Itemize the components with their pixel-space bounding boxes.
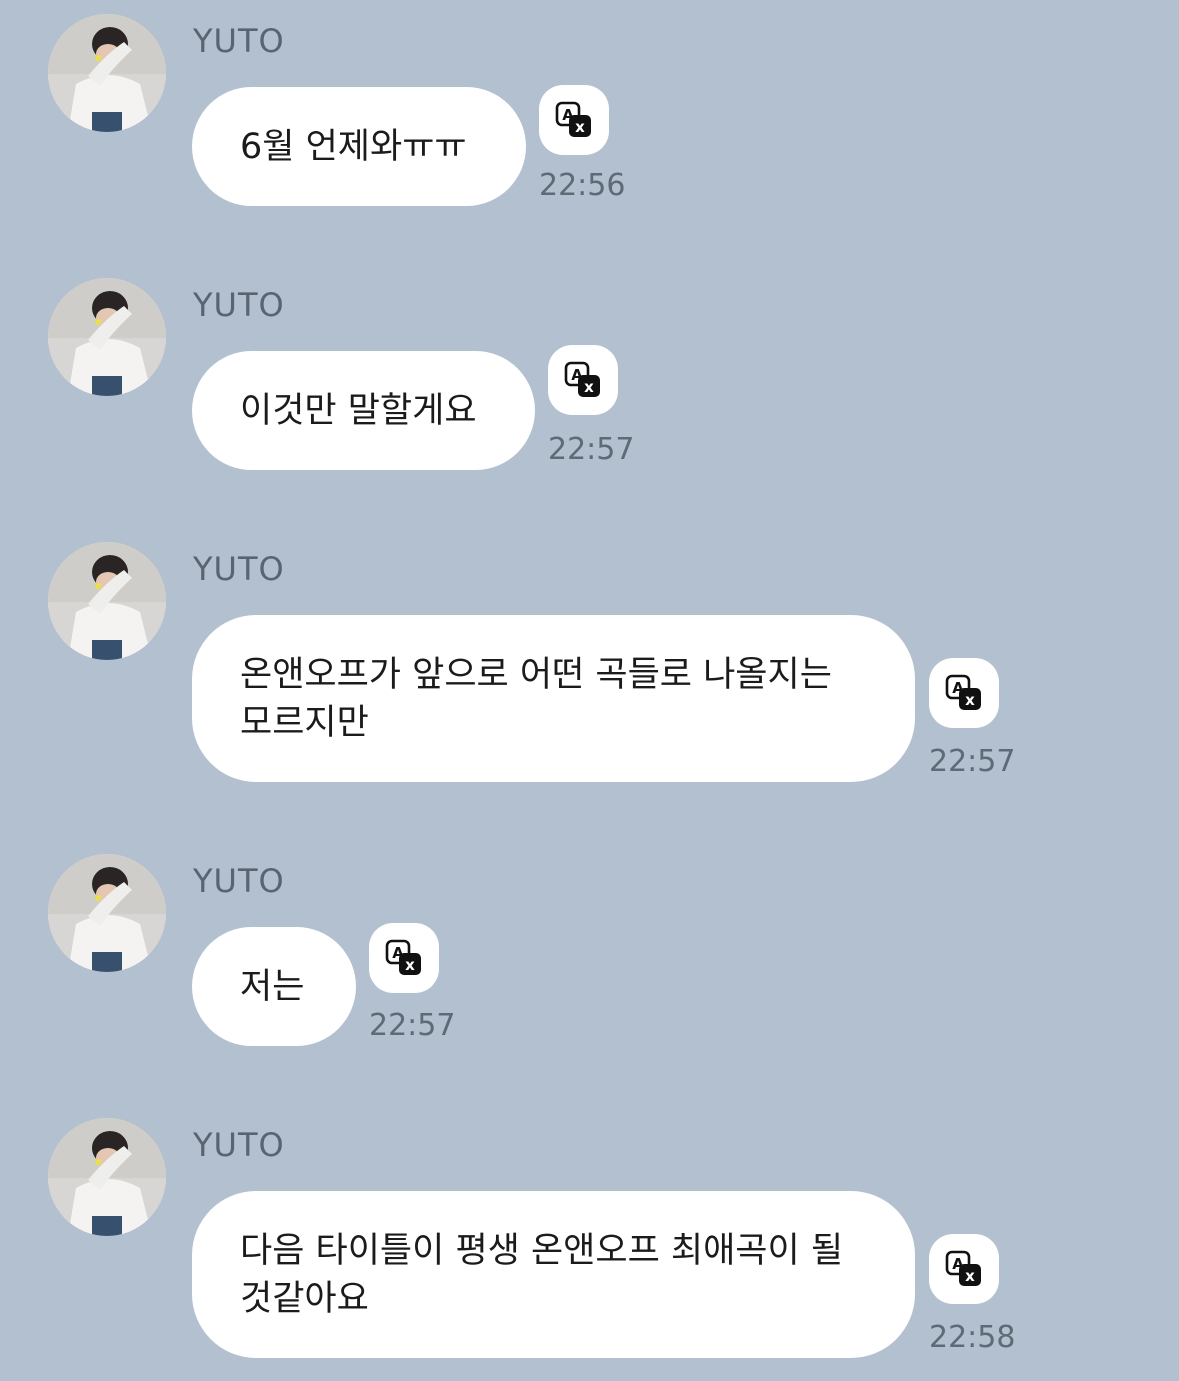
translate-button[interactable]: A x — [539, 85, 609, 155]
chat-conversation: YUTO 6월 언제와ㅠㅠ A x 22:56 YUTO 이것만 말할게요 A … — [0, 0, 1179, 1381]
message-bubble[interactable]: 6월 언제와ㅠㅠ — [192, 87, 526, 206]
sender-name: YUTO — [193, 286, 285, 324]
sender-name: YUTO — [193, 862, 285, 900]
message-row: YUTO 다음 타이틀이 평생 온앤오프 최애곡이 될 것같아요 A x 22:… — [0, 1104, 1179, 1381]
svg-text:x: x — [584, 378, 594, 396]
message-text: 이것만 말할게요 — [240, 390, 477, 431]
message-row: YUTO 6월 언제와ㅠㅠ A x 22:56 — [0, 0, 1179, 240]
sender-name: YUTO — [193, 550, 285, 588]
message-text: 6월 언제와ㅠㅠ — [240, 126, 467, 167]
translate-button[interactable]: A x — [548, 345, 618, 415]
svg-text:x: x — [575, 118, 585, 136]
avatar[interactable] — [48, 854, 166, 972]
translate-button[interactable]: A x — [929, 658, 999, 728]
message-row: YUTO 온앤오프가 앞으로 어떤 곡들로 나올지는 모르지만 A x 22:5… — [0, 528, 1179, 808]
avatar[interactable] — [48, 14, 166, 132]
avatar[interactable] — [48, 542, 166, 660]
sender-name: YUTO — [193, 1126, 285, 1164]
translate-icon: A x — [564, 361, 600, 397]
message-bubble[interactable]: 다음 타이틀이 평생 온앤오프 최애곡이 될 것같아요 — [192, 1191, 915, 1358]
profile-photo — [48, 1118, 166, 1236]
profile-photo — [48, 278, 166, 396]
sender-name: YUTO — [193, 22, 285, 60]
profile-photo — [48, 14, 166, 132]
translate-icon: A x — [555, 101, 591, 137]
message-bubble[interactable]: 이것만 말할게요 — [192, 351, 535, 470]
message-time: 22:57 — [369, 1008, 456, 1043]
message-time: 22:56 — [539, 168, 626, 203]
translate-icon: A x — [945, 674, 981, 710]
message-text: 다음 타이틀이 평생 온앤오프 최애곡이 될 것같아요 — [240, 1230, 844, 1319]
svg-text:x: x — [965, 1267, 975, 1285]
translate-button[interactable]: A x — [929, 1234, 999, 1304]
svg-text:x: x — [405, 956, 415, 974]
message-bubble[interactable]: 온앤오프가 앞으로 어떤 곡들로 나올지는 모르지만 — [192, 615, 915, 782]
profile-photo — [48, 542, 166, 660]
message-text: 저는 — [240, 966, 305, 1007]
message-text: 온앤오프가 앞으로 어떤 곡들로 나올지는 모르지만 — [240, 654, 832, 743]
translate-icon: A x — [945, 1250, 981, 1286]
svg-text:x: x — [965, 691, 975, 709]
translate-button[interactable]: A x — [369, 923, 439, 993]
avatar[interactable] — [48, 1118, 166, 1236]
message-time: 22:57 — [548, 432, 635, 467]
profile-photo — [48, 854, 166, 972]
translate-icon: A x — [385, 939, 421, 975]
message-time: 22:58 — [929, 1320, 1016, 1355]
message-time: 22:57 — [929, 744, 1016, 779]
avatar[interactable] — [48, 278, 166, 396]
message-row: YUTO 저는 A x 22:57 — [0, 840, 1179, 1080]
message-row: YUTO 이것만 말할게요 A x 22:57 — [0, 264, 1179, 504]
message-bubble[interactable]: 저는 — [192, 927, 356, 1046]
